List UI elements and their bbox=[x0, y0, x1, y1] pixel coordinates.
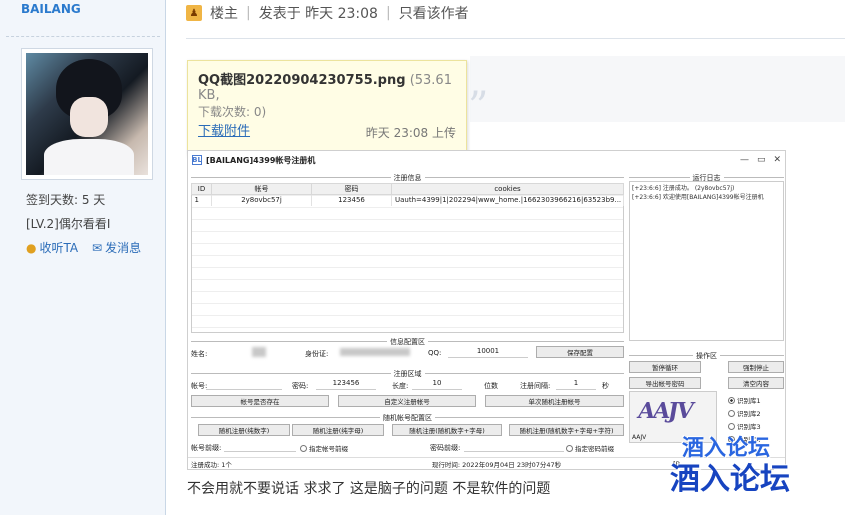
clear-content-button[interactable]: 清空内容 bbox=[728, 377, 784, 389]
message-link[interactable]: ✉ 发消息 bbox=[92, 239, 141, 256]
length-field[interactable]: 10 bbox=[412, 379, 462, 390]
captcha-text: AAJV bbox=[635, 398, 694, 424]
app-title: [BAILANG]4399帐号注册机 bbox=[206, 155, 316, 165]
pause-loop-button[interactable]: 暂停循环 bbox=[629, 361, 701, 373]
col-id[interactable]: ID bbox=[191, 183, 212, 195]
captcha-code: AAJV bbox=[632, 434, 647, 441]
log-panel[interactable]: [+23:6:6] 注册成功。 (2y8ovbc57j) [+23:6:6] 欢… bbox=[629, 181, 784, 341]
accounts-table: ID 帐号 密码 cookies 1 2y8ovbc57j 123456 Uau… bbox=[191, 183, 624, 206]
avatar-image bbox=[26, 53, 148, 175]
status-success-count: 注册成功: 1个 bbox=[191, 460, 232, 469]
col-password[interactable]: 密码 bbox=[311, 183, 392, 195]
avatar[interactable] bbox=[21, 48, 153, 180]
attachment-tooltip: QQ截图20220904230755.png (53.61 KB, 下载次数: … bbox=[187, 60, 467, 156]
password-prefix-radio[interactable]: 指定密码前缀 bbox=[566, 443, 614, 453]
name-value-redacted bbox=[252, 347, 266, 357]
save-config-button[interactable]: 保存配置 bbox=[536, 346, 624, 358]
signin-days: 签到天数: 5 天 bbox=[26, 193, 106, 207]
password-prefix-field[interactable] bbox=[464, 441, 564, 452]
sidebar-divider bbox=[6, 36, 160, 37]
account-prefix-label: 帐号前缀: bbox=[191, 444, 222, 452]
envelope-icon: ✉ bbox=[92, 240, 103, 255]
header-divider: | bbox=[246, 5, 251, 21]
app-titlebar: BL [BAILANG]4399帐号注册机 bbox=[188, 151, 785, 169]
forum-watermark: 酒入论坛 酒入论坛 bbox=[670, 430, 840, 497]
name-label: 姓名: bbox=[191, 350, 208, 358]
follow-link[interactable]: ● 收听TA bbox=[26, 239, 78, 256]
follow-icon: ● bbox=[26, 240, 37, 255]
account-prefix-radio[interactable]: 指定帐号前缀 bbox=[300, 443, 348, 453]
account-field[interactable] bbox=[206, 379, 282, 390]
id-label: 身份证: bbox=[305, 350, 329, 358]
status-time: 现行时间: 2022年09月04日 23时07分47秒 bbox=[431, 460, 562, 469]
qq-field[interactable]: 10001 bbox=[448, 347, 528, 358]
attachment-filename: QQ截图20220904230755.png bbox=[198, 73, 406, 88]
header-separator bbox=[186, 38, 845, 39]
log-line: [+23:6:6] 注册成功。 (2y8ovbc57j) bbox=[632, 185, 735, 192]
user-level[interactable]: [LV.2]偶尔看看I bbox=[26, 215, 110, 232]
length-unit: 位数 bbox=[484, 382, 498, 390]
cell-account: 2y8ovbc57j bbox=[211, 194, 312, 206]
recognizer-radio-2[interactable]: 识别库2 bbox=[728, 408, 761, 418]
cell-id: 1 bbox=[191, 194, 212, 206]
download-attachment-link[interactable]: 下载附件 bbox=[198, 124, 250, 139]
quote-mark-icon: ” bbox=[468, 84, 489, 130]
close-icon[interactable]: ✕ bbox=[773, 155, 781, 165]
author-sidebar: BAILANG 签到天数: 5 天 [LV.2]偶尔看看I ● 收听TA ✉ 发… bbox=[0, 0, 166, 515]
random-mix-symbols-button[interactable]: 随机注册(随机数字+字母+字符) bbox=[509, 424, 624, 436]
only-author-link[interactable]: 只看该作者 bbox=[399, 3, 469, 23]
header-divider: | bbox=[385, 5, 391, 21]
post-time: 发表于 昨天 23:08 bbox=[258, 6, 378, 22]
random-letters-button[interactable]: 随机注册(纯字母) bbox=[292, 424, 384, 436]
log-line: [+23:6:6] 欢迎使用[BAILANG]4399帐号注册机 bbox=[632, 194, 764, 201]
watermark-line-2: 酒入论坛 bbox=[670, 462, 790, 497]
recognizer-radio-1[interactable]: 识别库1 bbox=[728, 395, 761, 405]
col-cookies[interactable]: cookies bbox=[391, 183, 624, 195]
accounts-table-area bbox=[191, 183, 624, 333]
qq-label: QQ: bbox=[428, 349, 442, 357]
author-username[interactable]: BAILANG bbox=[21, 2, 81, 16]
cell-cookies: Uauth=4399|1|202294|www_home.|1662303966… bbox=[391, 194, 624, 206]
password-field[interactable]: 123456 bbox=[316, 379, 376, 390]
minimize-icon[interactable]: — bbox=[740, 155, 749, 165]
id-value-redacted bbox=[340, 348, 410, 356]
post-content-text: 不会用就不要说话 求求了 这是脑子的问题 不是软件的问题 bbox=[187, 481, 551, 497]
single-random-register-button[interactable]: 单次随机注册帐号 bbox=[485, 395, 624, 407]
export-accounts-button[interactable]: 导出帐号密码 bbox=[629, 377, 701, 389]
col-account[interactable]: 帐号 bbox=[211, 183, 312, 195]
interval-label: 注册间隔: bbox=[520, 382, 551, 390]
attachment-downloads: 下载次数: 0) bbox=[198, 105, 267, 119]
cell-password: 123456 bbox=[311, 194, 392, 206]
table-header-row: ID 帐号 密码 cookies bbox=[191, 183, 624, 195]
follow-label: 收听TA bbox=[39, 241, 79, 255]
interval-unit: 秒 bbox=[602, 382, 609, 390]
app-window-screenshot: BL [BAILANG]4399帐号注册机 — ▭ ✕ 注册信息 运行日志 ID… bbox=[187, 150, 786, 470]
message-label: 发消息 bbox=[105, 241, 142, 255]
check-account-button[interactable]: 帐号是否存在 bbox=[191, 395, 329, 407]
quote-background bbox=[470, 56, 845, 122]
force-stop-button[interactable]: 强制停止 bbox=[728, 361, 784, 373]
random-mix-button[interactable]: 随机注册(随机数字+字母) bbox=[392, 424, 502, 436]
maximize-icon[interactable]: ▭ bbox=[757, 155, 766, 165]
table-row[interactable]: 1 2y8ovbc57j 123456 Uauth=4399|1|202294|… bbox=[191, 194, 624, 206]
upload-time: 昨天 23:08 上传 bbox=[365, 126, 456, 140]
app-logo-icon: BL bbox=[192, 155, 202, 165]
account-label: 帐号: bbox=[191, 382, 208, 390]
owner-label: 楼主 bbox=[210, 6, 238, 22]
account-prefix-field[interactable] bbox=[224, 441, 296, 452]
window-controls: — ▭ ✕ bbox=[740, 155, 781, 165]
custom-register-button[interactable]: 自定义注册帐号 bbox=[338, 395, 476, 407]
password-label: 密码: bbox=[292, 382, 309, 390]
interval-field[interactable]: 1 bbox=[556, 379, 596, 390]
random-digits-button[interactable]: 随机注册(纯数字) bbox=[198, 424, 290, 436]
post-header: ♟ 楼主 | 发表于 昨天 23:08 | 只看该作者 bbox=[186, 0, 469, 26]
owner-icon: ♟ bbox=[186, 5, 202, 21]
password-prefix-label: 密码前缀: bbox=[430, 444, 461, 452]
length-label: 长度: bbox=[392, 382, 409, 390]
